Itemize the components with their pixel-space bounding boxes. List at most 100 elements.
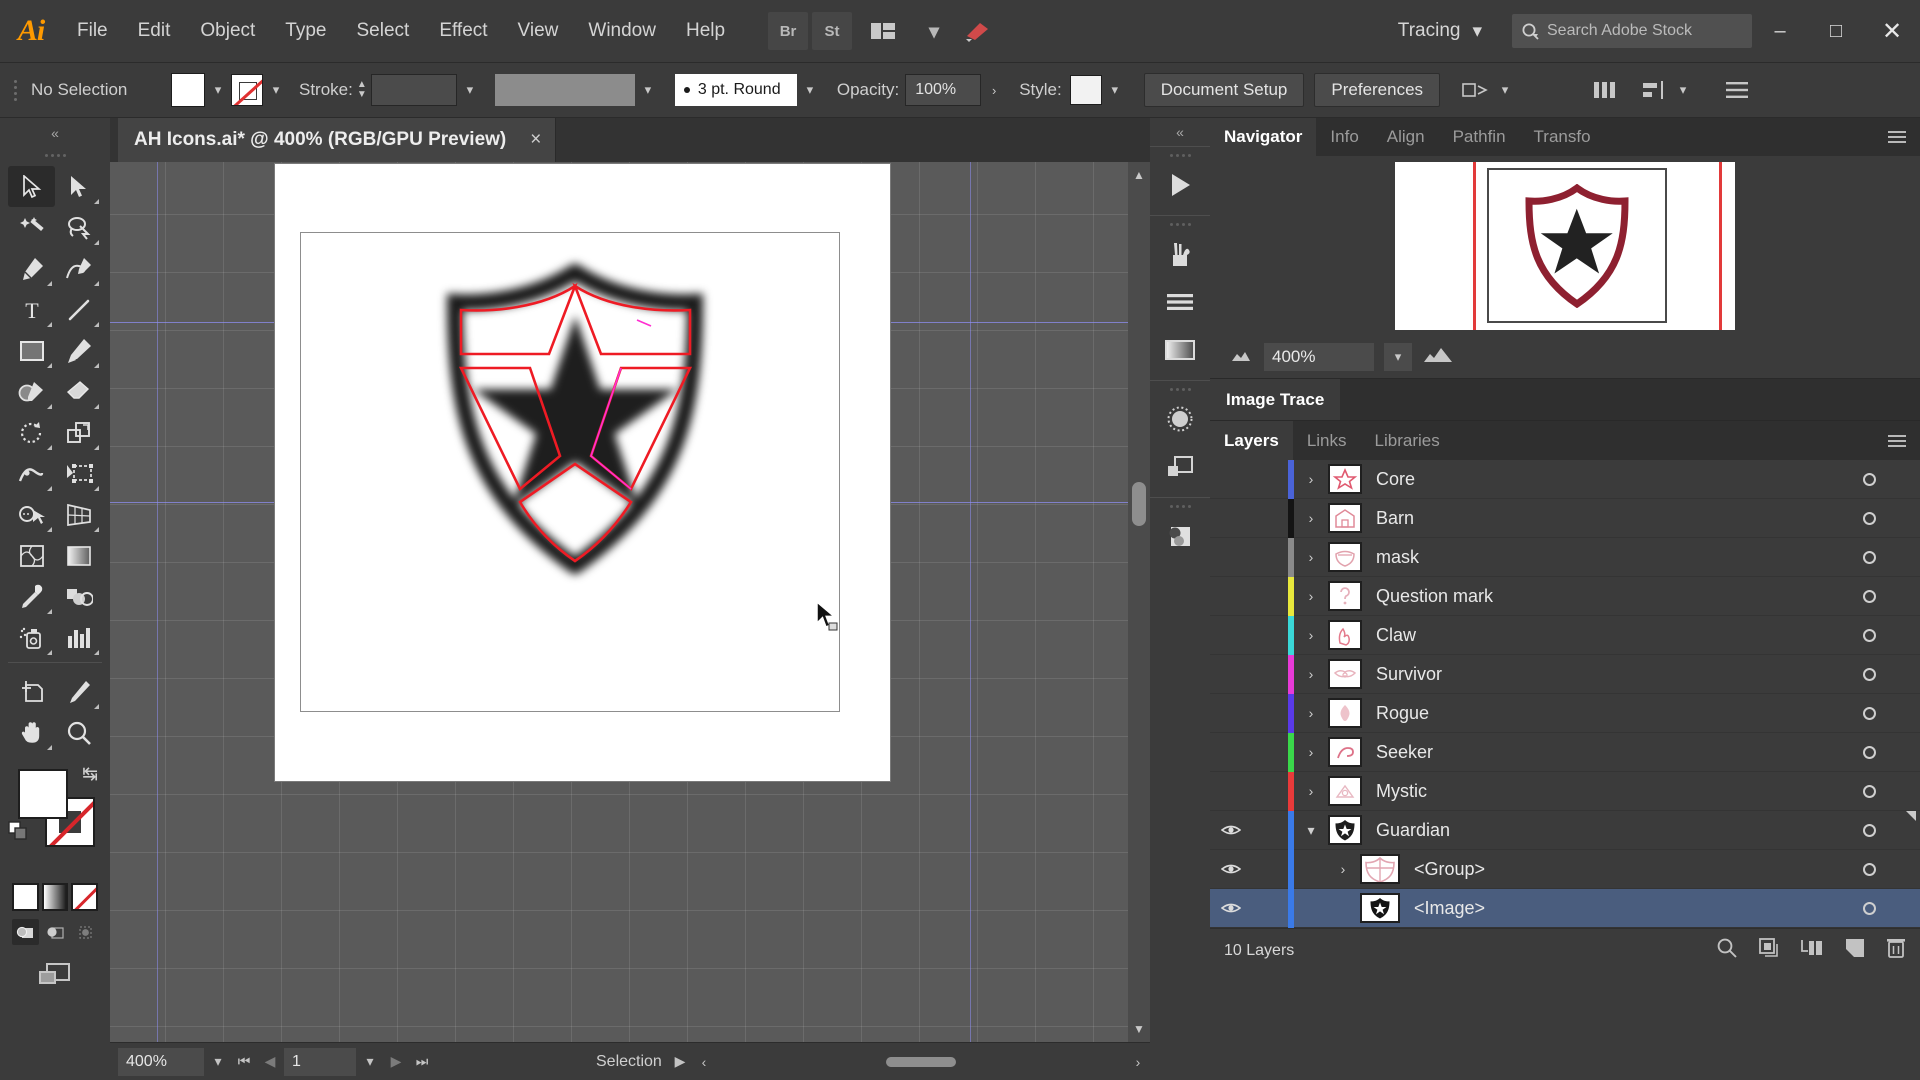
artboard-caret-icon[interactable]: ▾	[358, 1048, 382, 1076]
gradient-tool[interactable]	[55, 535, 102, 576]
opacity-field[interactable]: 100%	[905, 74, 981, 106]
target-indicator-icon[interactable]	[1844, 707, 1894, 720]
chevron-right-icon[interactable]: ›	[1294, 783, 1328, 799]
fill-swatch-caret-icon[interactable]: ▾	[205, 73, 231, 107]
layer-row-survivor[interactable]: ›Survivor	[1210, 655, 1920, 694]
delete-selection-icon[interactable]	[1886, 937, 1906, 964]
stroke-weight-field[interactable]	[371, 74, 457, 106]
line-segment-tool[interactable]	[55, 289, 102, 330]
scroll-up-icon[interactable]: ▲	[1128, 162, 1150, 188]
layer-row-seeker[interactable]: ›Seeker	[1210, 733, 1920, 772]
zoom-tool[interactable]	[55, 712, 102, 753]
layer-name[interactable]: <Image>	[1400, 898, 1844, 919]
rotate-tool[interactable]	[8, 412, 55, 453]
brush-definition-field[interactable]: 3 pt. Round	[675, 74, 797, 106]
vertical-scroll-thumb[interactable]	[1132, 482, 1146, 526]
slice-tool[interactable]	[55, 671, 102, 712]
navigator-zoom-field[interactable]: 400%	[1264, 343, 1374, 371]
stroke-profile-caret-icon[interactable]: ▾	[635, 73, 661, 107]
next-artboard-icon[interactable]: ▶	[384, 1048, 408, 1076]
menu-window[interactable]: Window	[573, 0, 671, 62]
previous-artboard-icon[interactable]: ◀	[258, 1048, 282, 1076]
change-screen-mode-icon[interactable]	[32, 957, 78, 991]
distribute-icon[interactable]	[1636, 73, 1670, 107]
target-indicator-icon[interactable]	[1844, 512, 1894, 525]
horizontal-scroll-area[interactable]: ▶ ‹ ›	[668, 1048, 1150, 1076]
appearance-icon[interactable]	[1150, 512, 1210, 560]
tab-navigator[interactable]: Navigator	[1210, 118, 1316, 156]
layer-name[interactable]: Question mark	[1362, 586, 1844, 607]
scroll-down-icon[interactable]: ▼	[1128, 1016, 1150, 1042]
panel-options-icon[interactable]	[1720, 73, 1754, 107]
chevron-right-icon[interactable]: ›	[1294, 471, 1328, 487]
tab-image-trace[interactable]: Image Trace	[1210, 379, 1340, 420]
layer-name[interactable]: Rogue	[1362, 703, 1844, 724]
layer-row-group[interactable]: ›<Group>	[1210, 850, 1920, 889]
search-adobe-stock[interactable]: Search Adobe Stock	[1512, 14, 1752, 48]
create-sublayer-icon[interactable]	[1800, 937, 1824, 964]
chevron-right-icon[interactable]: ›	[1294, 588, 1328, 604]
layer-row-mystic[interactable]: ›Mystic	[1210, 772, 1920, 811]
rail-grip[interactable]	[1150, 218, 1210, 230]
width-tool[interactable]	[8, 453, 55, 494]
chevron-down-icon[interactable]: ▾	[1294, 822, 1328, 839]
artboard-number-field[interactable]: 1	[284, 1048, 356, 1076]
gradient-swatch-button[interactable]	[42, 883, 69, 911]
fill-color-control[interactable]	[18, 769, 68, 819]
chevron-right-icon[interactable]: ›	[1294, 666, 1328, 682]
chevron-right-icon[interactable]: ›	[1294, 744, 1328, 760]
chevron-right-icon[interactable]: ›	[1294, 510, 1328, 526]
draw-normal-icon[interactable]	[12, 919, 39, 945]
transparency-icon[interactable]	[1150, 443, 1210, 491]
chevron-down-icon[interactable]: ▾	[914, 12, 954, 50]
align-icon[interactable]	[1588, 73, 1622, 107]
layer-row-mask[interactable]: › mask	[1210, 538, 1920, 577]
target-indicator-icon[interactable]	[1844, 473, 1894, 486]
chevron-right-icon[interactable]: ›	[1294, 549, 1328, 565]
magic-wand-tool[interactable]	[8, 207, 55, 248]
panel-menu-icon[interactable]	[1874, 118, 1920, 156]
menu-select[interactable]: Select	[342, 0, 425, 62]
scroll-left-icon[interactable]: ‹	[692, 1048, 716, 1076]
paintbrush-tool[interactable]	[55, 330, 102, 371]
shield-star-emblem[interactable]	[425, 264, 725, 574]
transform-caret-icon[interactable]: ▾	[1492, 73, 1518, 107]
tab-libraries[interactable]: Libraries	[1361, 421, 1454, 460]
workspace-switcher[interactable]: Tracing ▾	[1380, 20, 1500, 43]
artboard-tool[interactable]	[8, 671, 55, 712]
column-graph-tool[interactable]	[55, 617, 102, 658]
direct-selection-tool[interactable]	[55, 166, 102, 207]
perspective-grid-tool[interactable]	[55, 494, 102, 535]
shape-builder-tool[interactable]	[8, 494, 55, 535]
target-indicator-icon[interactable]	[1844, 551, 1894, 564]
tab-links[interactable]: Links	[1293, 421, 1361, 460]
eyedropper-tool[interactable]	[8, 576, 55, 617]
layer-row-question-mark[interactable]: › Question mark	[1210, 577, 1920, 616]
rail-collapse-button[interactable]: «	[1150, 118, 1210, 146]
artboard[interactable]	[275, 164, 890, 781]
tools-collapse-button[interactable]: «	[0, 118, 110, 148]
visibility-toggle-icon[interactable]	[1210, 823, 1252, 837]
target-indicator-icon[interactable]	[1844, 746, 1894, 759]
transform-icon[interactable]	[1458, 73, 1492, 107]
target-indicator-icon[interactable]	[1844, 668, 1894, 681]
hand-tool[interactable]	[8, 712, 55, 753]
navigator-canvas[interactable]	[1395, 162, 1735, 330]
visibility-toggle-icon[interactable]	[1210, 901, 1252, 915]
fill-color-swatch[interactable]	[171, 73, 205, 107]
control-bar-grip[interactable]	[14, 76, 23, 104]
stroke-swatch-caret-icon[interactable]: ▾	[263, 73, 289, 107]
document-tab[interactable]: AH Icons.ai* @ 400% (RGB/GPU Preview) ×	[118, 118, 556, 162]
target-indicator-icon[interactable]	[1844, 902, 1894, 915]
first-artboard-icon[interactable]: ⏮	[232, 1048, 256, 1076]
layer-name[interactable]: mask	[1362, 547, 1844, 568]
close-icon[interactable]: ×	[530, 129, 541, 151]
draw-inside-icon[interactable]	[71, 919, 98, 945]
distribute-caret-icon[interactable]: ▾	[1670, 73, 1696, 107]
window-close-button[interactable]: ✕	[1864, 0, 1920, 62]
stroke-profile-field[interactable]	[495, 74, 635, 106]
default-fill-stroke-icon[interactable]	[8, 821, 30, 848]
rail-grip[interactable]	[1150, 149, 1210, 161]
layer-row-claw[interactable]: ›Claw	[1210, 616, 1920, 655]
rectangle-tool[interactable]	[8, 330, 55, 371]
